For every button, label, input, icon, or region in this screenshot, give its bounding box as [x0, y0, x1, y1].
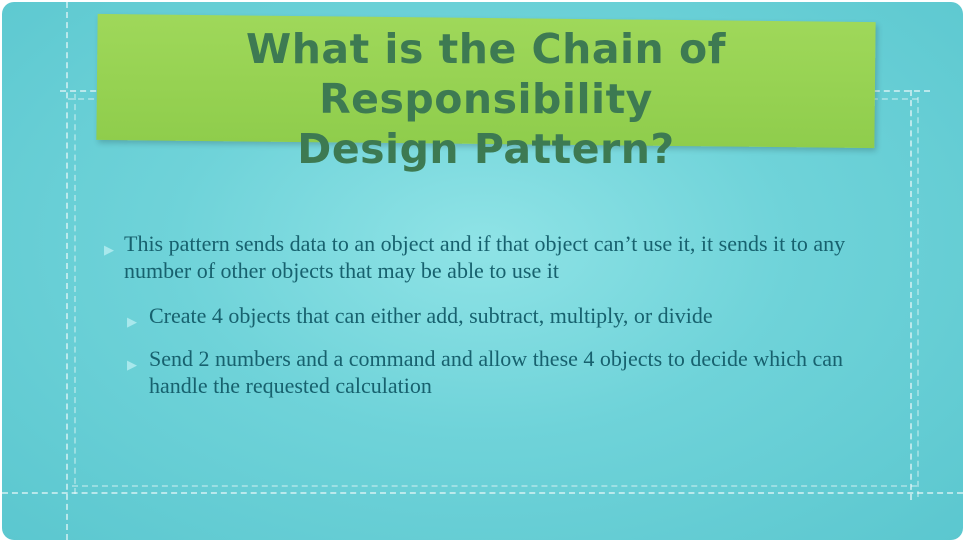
slide-title: What is the Chain of Responsibility Desi…	[97, 24, 875, 174]
slide-title-line-2: Design Pattern?	[297, 125, 675, 173]
frame-line-left	[66, 2, 68, 540]
slide: What is the Chain of Responsibility Desi…	[2, 2, 963, 540]
bullet-arrow-icon: ▶	[104, 242, 114, 257]
slide-title-line-1: What is the Chain of Responsibility	[245, 25, 727, 123]
sub-bullet-item: ▶ Send 2 numbers and a command and allow…	[102, 345, 892, 399]
bullet-arrow-icon: ▶	[127, 314, 137, 329]
slide-content: ▶ This pattern sends data to an object a…	[102, 230, 892, 415]
frame-line-bottom-inner	[72, 485, 917, 487]
bullet-arrow-icon: ▶	[127, 357, 137, 372]
frame-line-left-inner	[74, 94, 76, 494]
frame-line-bottom	[2, 492, 963, 494]
sub-bullet-item: ▶ Create 4 objects that can either add, …	[102, 302, 892, 329]
bullet-text: Send 2 numbers and a command and allow t…	[149, 346, 844, 398]
bullet-text: This pattern sends data to an object and…	[124, 231, 846, 283]
bullet-item: ▶ This pattern sends data to an object a…	[102, 230, 892, 284]
frame-line-right	[910, 90, 912, 500]
bullet-text: Create 4 objects that can either add, su…	[149, 303, 713, 328]
frame-line-right-inner	[917, 97, 919, 497]
